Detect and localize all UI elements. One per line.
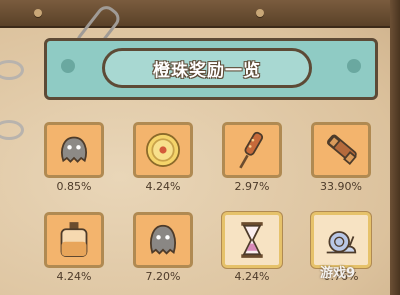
title-banner: 橙珠奖励一览: [44, 38, 378, 100]
reward-item-perfume-bottle[interactable]: [44, 212, 104, 268]
page-title: 橙珠奖励一览: [153, 60, 261, 81]
drop-rate-label: 4.24%: [234, 270, 270, 283]
reward-item-stick-candy[interactable]: [222, 122, 282, 178]
top-frame: [0, 0, 400, 26]
reward-item-gold-coin[interactable]: [133, 122, 193, 178]
hourglass-icon: [241, 222, 263, 258]
frame-nail: [256, 9, 264, 17]
reward-item-telescope[interactable]: [311, 122, 371, 178]
ghost-figure-icon: [150, 224, 176, 255]
title-plate: 橙珠奖励一览: [102, 48, 312, 88]
telescope-icon: [326, 134, 357, 166]
drop-rate-label: 2.97%: [234, 180, 270, 193]
gold-coin-icon: [146, 133, 180, 167]
stick-candy-icon: [239, 131, 264, 169]
drop-rate-label: 0.85%: [56, 180, 92, 193]
frame-nail: [34, 9, 42, 17]
site-watermark: 游戏9: [320, 266, 356, 281]
reward-item-snail[interactable]: [311, 212, 371, 268]
drop-rate-label: 4.24%: [56, 270, 92, 283]
snail-icon: [326, 231, 357, 254]
drop-rate-label: 33.90%: [320, 180, 362, 193]
drop-rate-label: 7.20%: [145, 270, 181, 283]
paw-icon: [347, 59, 361, 73]
right-frame: [390, 0, 400, 295]
reward-item-hourglass[interactable]: [222, 212, 282, 268]
reward-item-ghost-figure[interactable]: [44, 122, 104, 178]
perfume-bottle-icon: [60, 222, 88, 257]
reward-item-ghost-figure-gray[interactable]: [133, 212, 193, 268]
drop-rate-label: 4.24%: [145, 180, 181, 193]
paw-icon: [61, 59, 75, 73]
ghost-figure-icon: [61, 136, 87, 163]
